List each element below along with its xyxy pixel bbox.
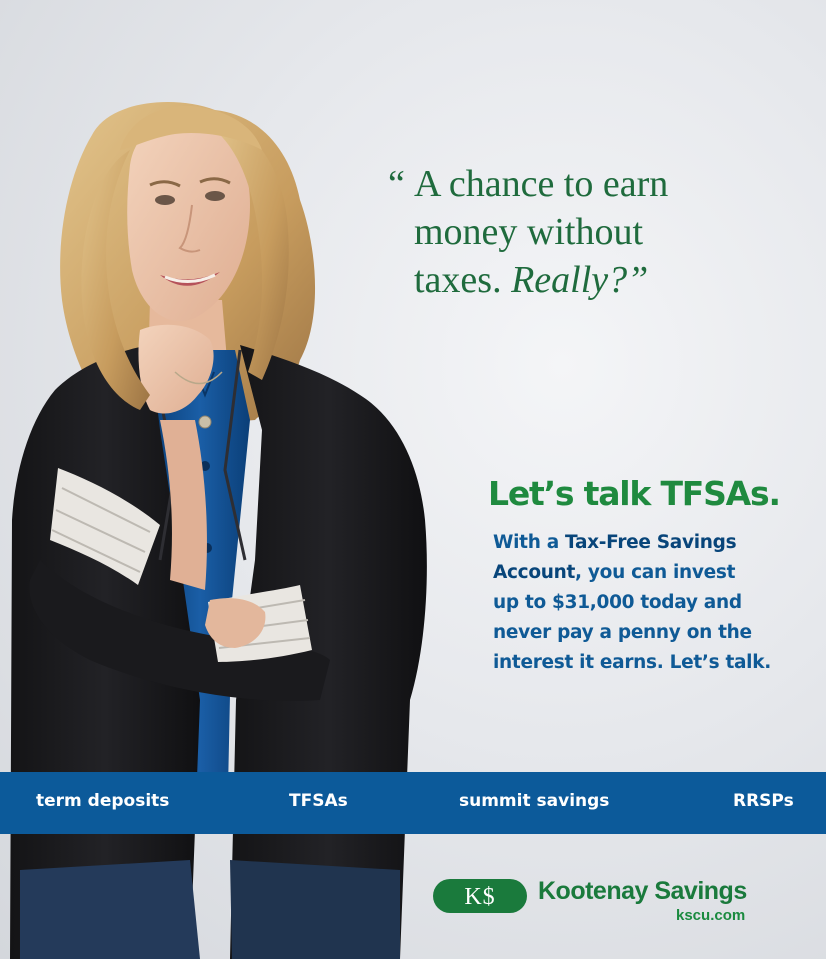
quote-open-mark: “ [388, 163, 405, 205]
body-line-2-rest: , you can invest [575, 562, 736, 583]
jeans [20, 860, 200, 959]
body-line-1-emphasis: Tax-Free Savings [565, 532, 737, 553]
testimonial-quote: “ A chance to earn money without taxes. … [388, 160, 768, 304]
quote-line-3-italic: Really?” [511, 259, 649, 301]
tfsa-advertisement: “ A chance to earn money without taxes. … [0, 0, 826, 959]
quote-line-1: A chance to earn [414, 163, 669, 205]
product-nav-bar: term deposits TFSAs summit savings RRSPs [0, 772, 826, 834]
body-line-5: interest it earns. Let’s talk. [493, 652, 771, 673]
quote-line-3-plain: taxes. [414, 259, 512, 301]
nav-item-rrsps[interactable]: RRSPs [733, 791, 794, 811]
body-line-2: Account, you can invest [493, 558, 813, 588]
kootenay-logo-icon: K$ [433, 879, 527, 913]
logo-lettermark: K$ [464, 884, 495, 910]
body-line-1-prefix: With a [493, 532, 566, 553]
body-copy: With a Tax-Free Savings Account, you can… [493, 528, 813, 678]
quote-line-2: money without [414, 211, 644, 253]
nav-item-summit-savings[interactable]: summit savings [459, 791, 609, 811]
nav-item-tfsas[interactable]: TFSAs [289, 791, 348, 811]
brand-name: Kootenay Savings [538, 877, 747, 905]
nav-item-term-deposits[interactable]: term deposits [36, 791, 169, 811]
body-line-1: With a Tax-Free Savings [493, 528, 813, 558]
brand-url-link[interactable]: kscu.com [676, 907, 745, 924]
quote-line-3: taxes. Really?” [388, 256, 768, 304]
body-line-4: never pay a penny on the [493, 622, 752, 643]
body-line-3: up to $31,000 today and [493, 592, 742, 613]
headline: Let’s talk TFSAs. [488, 474, 781, 513]
body-line-2-emphasis: Account [493, 562, 576, 583]
